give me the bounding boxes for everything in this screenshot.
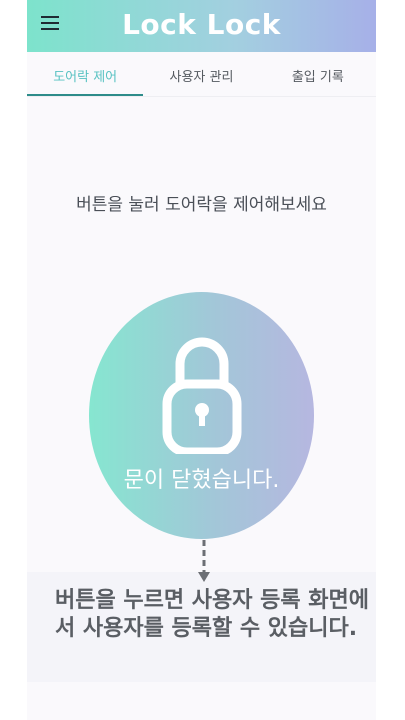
app-screen: Lock Lock 도어락 제어 사용자 관리 출입 기록 버튼을 눌러 도어락…: [27, 0, 376, 720]
padlock-icon: [162, 337, 242, 454]
tab-user-management[interactable]: 사용자 관리: [143, 52, 259, 96]
app-title: Lock Lock: [122, 8, 281, 41]
tab-access-log[interactable]: 출입 기록: [260, 52, 376, 96]
dashed-arrow-down-icon: [198, 540, 210, 582]
tab-bar: 도어락 제어 사용자 관리 출입 기록: [27, 52, 376, 96]
tab-door-lock-control[interactable]: 도어락 제어: [27, 52, 144, 96]
tooltip-text: 버튼을 누르면 사용자 등록 화면에서 사용자를 등록할 수 있습니다.: [55, 588, 369, 641]
lock-toggle-button[interactable]: 문이 닫혔습니다.: [89, 292, 314, 539]
app-bar: Lock Lock: [27, 0, 376, 52]
tab-divider: [27, 96, 376, 97]
door-status-text: 문이 닫혔습니다.: [123, 468, 280, 493]
instruction-text: 버튼을 눌러 도어락을 제어해보세요: [76, 195, 327, 215]
